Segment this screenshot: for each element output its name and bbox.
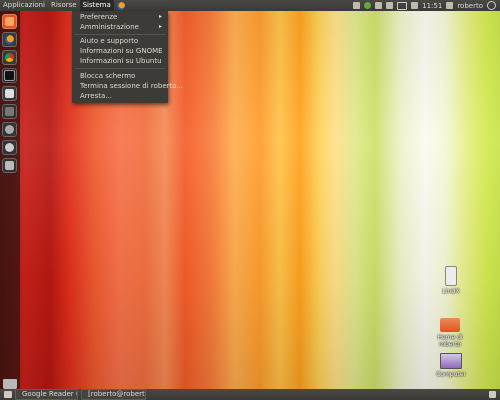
submenu-arrow-icon: ▸ bbox=[158, 13, 162, 20]
desktop-icon-label: Computer bbox=[436, 371, 466, 378]
tool-launcher[interactable] bbox=[2, 158, 17, 173]
keyboard-icon[interactable] bbox=[375, 2, 383, 9]
messaging-launcher[interactable] bbox=[2, 140, 17, 155]
top-panel: Applicazioni Risorse Sistema 11:51 rober… bbox=[0, 0, 500, 11]
task-terminal[interactable]: [roberto@roberto-... bbox=[81, 389, 146, 400]
home-folder-icon bbox=[440, 318, 460, 332]
bluetooth-icon[interactable] bbox=[386, 2, 394, 9]
monitor-launcher[interactable] bbox=[2, 104, 17, 119]
system-tray: 11:51 roberto bbox=[353, 1, 500, 10]
gear-icon bbox=[5, 125, 14, 134]
monitor-icon bbox=[5, 107, 14, 116]
chromium-launcher[interactable] bbox=[2, 50, 17, 65]
desktop-icon-linux[interactable]: LinUX bbox=[431, 266, 471, 295]
usb-drive-icon bbox=[445, 266, 457, 286]
volume-icon[interactable] bbox=[411, 2, 419, 9]
network-icon[interactable] bbox=[353, 2, 361, 9]
menu-item-blocca-schermo[interactable]: Blocca schermo bbox=[80, 71, 164, 81]
tool-icon bbox=[5, 161, 14, 170]
trash-icon[interactable] bbox=[3, 379, 17, 389]
desktop-icon-home[interactable]: Home di roberto bbox=[430, 318, 470, 348]
computer-icon bbox=[440, 353, 462, 369]
power-icon[interactable] bbox=[487, 1, 496, 10]
menu-sistema[interactable]: Sistema bbox=[79, 0, 114, 11]
menu-applicazioni[interactable]: Applicazioni bbox=[0, 0, 48, 11]
menu-item-termina-sessione[interactable]: Termina sessione di roberto... bbox=[80, 81, 183, 91]
menu-item-arresta[interactable]: Arresta... bbox=[80, 91, 164, 101]
terminal-launcher[interactable] bbox=[2, 68, 17, 83]
task-label: [roberto@roberto-... bbox=[88, 390, 145, 398]
menu-item-label: Preferenze bbox=[80, 13, 118, 21]
firefox-icon bbox=[5, 35, 14, 44]
submenu-arrow-icon: ▸ bbox=[158, 23, 162, 30]
task-google-reader[interactable]: Google Reader (100... bbox=[15, 389, 78, 400]
desktop-icon-label: LinUX bbox=[442, 288, 460, 295]
menu-item-aiuto[interactable]: Aiuto e supporto bbox=[80, 36, 164, 46]
trash-applet-icon[interactable] bbox=[489, 391, 496, 398]
settings-launcher[interactable] bbox=[2, 122, 17, 137]
bottom-panel: Google Reader (100... [roberto@roberto-.… bbox=[0, 389, 500, 400]
menu-item-preferenze[interactable]: Preferenze ▸ bbox=[80, 12, 164, 22]
launcher bbox=[0, 11, 20, 389]
terminal-icon bbox=[4, 70, 15, 81]
user-icon bbox=[446, 2, 454, 9]
show-desktop-icon[interactable] bbox=[4, 391, 12, 398]
pencil-icon bbox=[5, 89, 14, 98]
sistema-menu: Preferenze ▸ Amministrazione ▸ Aiuto e s… bbox=[72, 11, 183, 103]
menu-item-amministrazione[interactable]: Amministrazione ▸ bbox=[80, 22, 164, 32]
clock[interactable]: 11:51 bbox=[422, 2, 442, 10]
task-label: Google Reader (100... bbox=[22, 390, 77, 398]
desktop-icon-computer[interactable]: Computer bbox=[431, 353, 471, 378]
menu-item-label: Amministrazione bbox=[80, 23, 139, 31]
menu-separator bbox=[75, 68, 165, 69]
chromium-icon bbox=[5, 53, 14, 62]
editor-launcher[interactable] bbox=[2, 86, 17, 101]
firefox-launcher-icon[interactable] bbox=[116, 1, 125, 10]
home-folder-launcher[interactable] bbox=[2, 14, 17, 29]
menu-separator bbox=[75, 34, 165, 35]
firefox-launcher[interactable] bbox=[2, 32, 17, 47]
menu-item-info-gnome[interactable]: Informazioni su GNOME bbox=[80, 46, 164, 56]
home-folder-icon bbox=[5, 17, 14, 26]
menu-risorse[interactable]: Risorse bbox=[48, 0, 80, 11]
update-icon[interactable] bbox=[364, 2, 372, 9]
chat-icon bbox=[5, 143, 14, 152]
mail-icon[interactable] bbox=[397, 1, 408, 10]
user-name[interactable]: roberto bbox=[457, 2, 483, 10]
menu-item-info-ubuntu[interactable]: Informazioni su Ubuntu bbox=[80, 56, 164, 66]
desktop-icon-label: Home di roberto bbox=[437, 334, 463, 348]
